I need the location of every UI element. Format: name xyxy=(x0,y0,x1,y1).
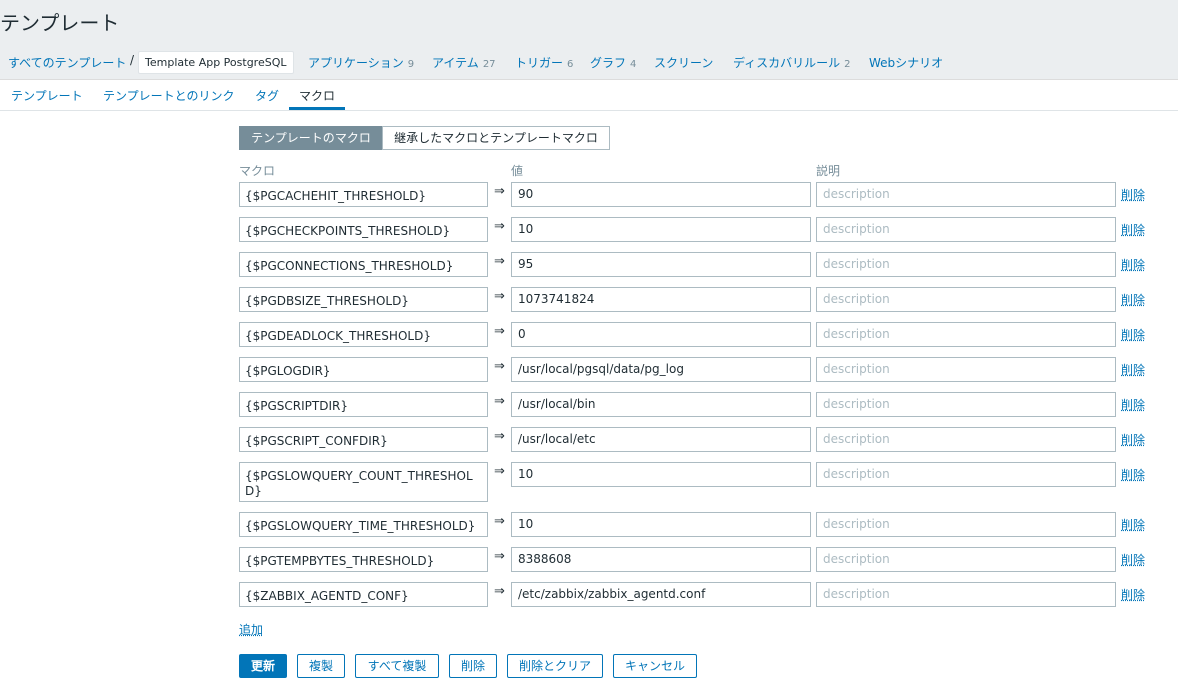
macro-description-field[interactable]: description xyxy=(816,547,1116,572)
macro-description-field[interactable]: description xyxy=(816,252,1116,277)
delete-button[interactable]: 削除 xyxy=(449,654,497,678)
macro-description-field[interactable]: description xyxy=(816,462,1116,487)
active-tab-indicator xyxy=(289,107,345,110)
macro-name-field[interactable]: {$ZABBIX_AGENTD_CONF} xyxy=(239,582,488,607)
macro-description-field[interactable]: description xyxy=(816,287,1116,312)
macro-value-field[interactable]: 10 xyxy=(511,462,811,487)
macro-value-field[interactable]: 10 xyxy=(511,217,811,242)
clone-button[interactable]: 複製 xyxy=(297,654,345,678)
remove-macro-link[interactable]: 削除 xyxy=(1121,221,1145,238)
remove-macro-link[interactable]: 削除 xyxy=(1121,396,1145,413)
remove-macro-link[interactable]: 削除 xyxy=(1121,326,1145,343)
macro-name-field[interactable]: {$PGSCRIPTDIR} xyxy=(239,392,488,417)
macro-name-field[interactable]: {$PGSLOWQUERY_COUNT_THRESHOLD} xyxy=(239,462,488,502)
full-clone-button[interactable]: すべて複製 xyxy=(355,654,439,678)
macro-description-field[interactable]: description xyxy=(816,392,1116,417)
double-arrow-right-icon: ⇒ xyxy=(494,464,505,479)
double-arrow-right-icon: ⇒ xyxy=(494,219,505,234)
tab-tags[interactable]: タグ xyxy=(255,87,279,104)
breadcrumb-all-templates[interactable]: すべてのテンプレート xyxy=(8,54,126,71)
double-arrow-right-icon: ⇒ xyxy=(494,289,505,304)
macro-name-field[interactable]: {$PGCHECKPOINTS_THRESHOLD} xyxy=(239,217,488,242)
add-macro-link[interactable]: 追加 xyxy=(239,621,263,638)
column-header-description: 説明 xyxy=(816,164,841,178)
remove-macro-link[interactable]: 削除 xyxy=(1121,186,1145,203)
macro-description-field[interactable]: description xyxy=(816,427,1116,452)
remove-macro-link[interactable]: 削除 xyxy=(1121,431,1145,448)
inherited-macros-toggle[interactable]: 継承したマクロとテンプレートマクロ xyxy=(382,126,610,150)
macro-value-field[interactable]: /usr/local/etc xyxy=(511,427,811,452)
remove-macro-link[interactable]: 削除 xyxy=(1121,516,1145,533)
macro-description-field[interactable]: description xyxy=(816,217,1116,242)
macro-name-field[interactable]: {$PGLOGDIR} xyxy=(239,357,488,382)
double-arrow-right-icon: ⇒ xyxy=(494,429,505,444)
double-arrow-right-icon: ⇒ xyxy=(494,184,505,199)
double-arrow-right-icon: ⇒ xyxy=(494,254,505,269)
double-arrow-right-icon: ⇒ xyxy=(494,549,505,564)
breadcrumb-applications[interactable]: アプリケーション 9 xyxy=(308,54,414,71)
macro-name-field[interactable]: {$PGDEADLOCK_THRESHOLD} xyxy=(239,322,488,347)
double-arrow-right-icon: ⇒ xyxy=(494,584,505,599)
macro-value-field[interactable]: 10 xyxy=(511,512,811,537)
remove-macro-link[interactable]: 削除 xyxy=(1121,586,1145,603)
macro-name-field[interactable]: {$PGTEMPBYTES_THRESHOLD} xyxy=(239,547,488,572)
remove-macro-link[interactable]: 削除 xyxy=(1121,361,1145,378)
breadcrumb-items[interactable]: アイテム 27 xyxy=(432,54,496,71)
remove-macro-link[interactable]: 削除 xyxy=(1121,291,1145,308)
macro-value-field[interactable]: 8388608 xyxy=(511,547,811,572)
macro-description-field[interactable]: description xyxy=(816,322,1116,347)
tab-bar: テンプレート テンプレートとのリンク タグ マクロ xyxy=(0,80,1178,111)
breadcrumb-separator: / xyxy=(130,53,135,67)
double-arrow-right-icon: ⇒ xyxy=(494,394,505,409)
macro-description-field[interactable]: description xyxy=(816,512,1116,537)
template-macros-toggle[interactable]: テンプレートのマクロ xyxy=(239,126,383,150)
remove-macro-link[interactable]: 削除 xyxy=(1121,551,1145,568)
page-title: テンプレート xyxy=(0,11,120,35)
update-button[interactable]: 更新 xyxy=(239,654,287,678)
macro-value-field[interactable]: 1073741824 xyxy=(511,287,811,312)
column-header-macro: マクロ xyxy=(239,164,276,178)
breadcrumb-screens[interactable]: スクリーン xyxy=(654,54,713,71)
tab-template[interactable]: テンプレート xyxy=(11,87,83,104)
macro-name-field[interactable]: {$PGSCRIPT_CONFDIR} xyxy=(239,427,488,452)
double-arrow-right-icon: ⇒ xyxy=(494,359,505,374)
remove-macro-link[interactable]: 削除 xyxy=(1121,256,1145,273)
breadcrumb-triggers[interactable]: トリガー 6 xyxy=(515,54,573,71)
macro-value-field[interactable]: /usr/local/bin xyxy=(511,392,811,417)
tab-linked-templates[interactable]: テンプレートとのリンク xyxy=(103,87,235,104)
breadcrumb-web-scenarios[interactable]: Webシナリオ xyxy=(869,54,943,71)
macro-name-field[interactable]: {$PGSLOWQUERY_TIME_THRESHOLD} xyxy=(239,512,488,537)
tab-macros[interactable]: マクロ xyxy=(299,87,335,104)
remove-macro-link[interactable]: 削除 xyxy=(1121,466,1145,483)
breadcrumb-graphs[interactable]: グラフ 4 xyxy=(590,54,636,71)
macro-value-field[interactable]: /usr/local/pgsql/data/pg_log xyxy=(511,357,811,382)
delete-and-clear-button[interactable]: 削除とクリア xyxy=(507,654,603,678)
macro-value-field[interactable]: 0 xyxy=(511,322,811,347)
macro-description-field[interactable]: description xyxy=(816,357,1116,382)
macro-name-field[interactable]: {$PGCACHEHIT_THRESHOLD} xyxy=(239,182,488,207)
macro-description-field[interactable]: description xyxy=(816,582,1116,607)
title-bar: テンプレート xyxy=(0,0,1178,40)
cancel-button[interactable]: キャンセル xyxy=(613,654,697,678)
breadcrumb-discovery-rules[interactable]: ディスカバリルール 2 xyxy=(733,54,851,71)
column-header-value: 値 xyxy=(511,164,524,178)
double-arrow-right-icon: ⇒ xyxy=(494,514,505,529)
macro-value-field[interactable]: 95 xyxy=(511,252,811,277)
macro-name-field[interactable]: {$PGDBSIZE_THRESHOLD} xyxy=(239,287,488,312)
double-arrow-right-icon: ⇒ xyxy=(494,324,505,339)
macro-description-field[interactable]: description xyxy=(816,182,1116,207)
macro-value-field[interactable]: 90 xyxy=(511,182,811,207)
macro-name-field[interactable]: {$PGCONNECTIONS_THRESHOLD} xyxy=(239,252,488,277)
macro-value-field[interactable]: /etc/zabbix/zabbix_agentd.conf xyxy=(511,582,811,607)
breadcrumb-current-template: Template App PostgreSQL xyxy=(138,51,294,74)
